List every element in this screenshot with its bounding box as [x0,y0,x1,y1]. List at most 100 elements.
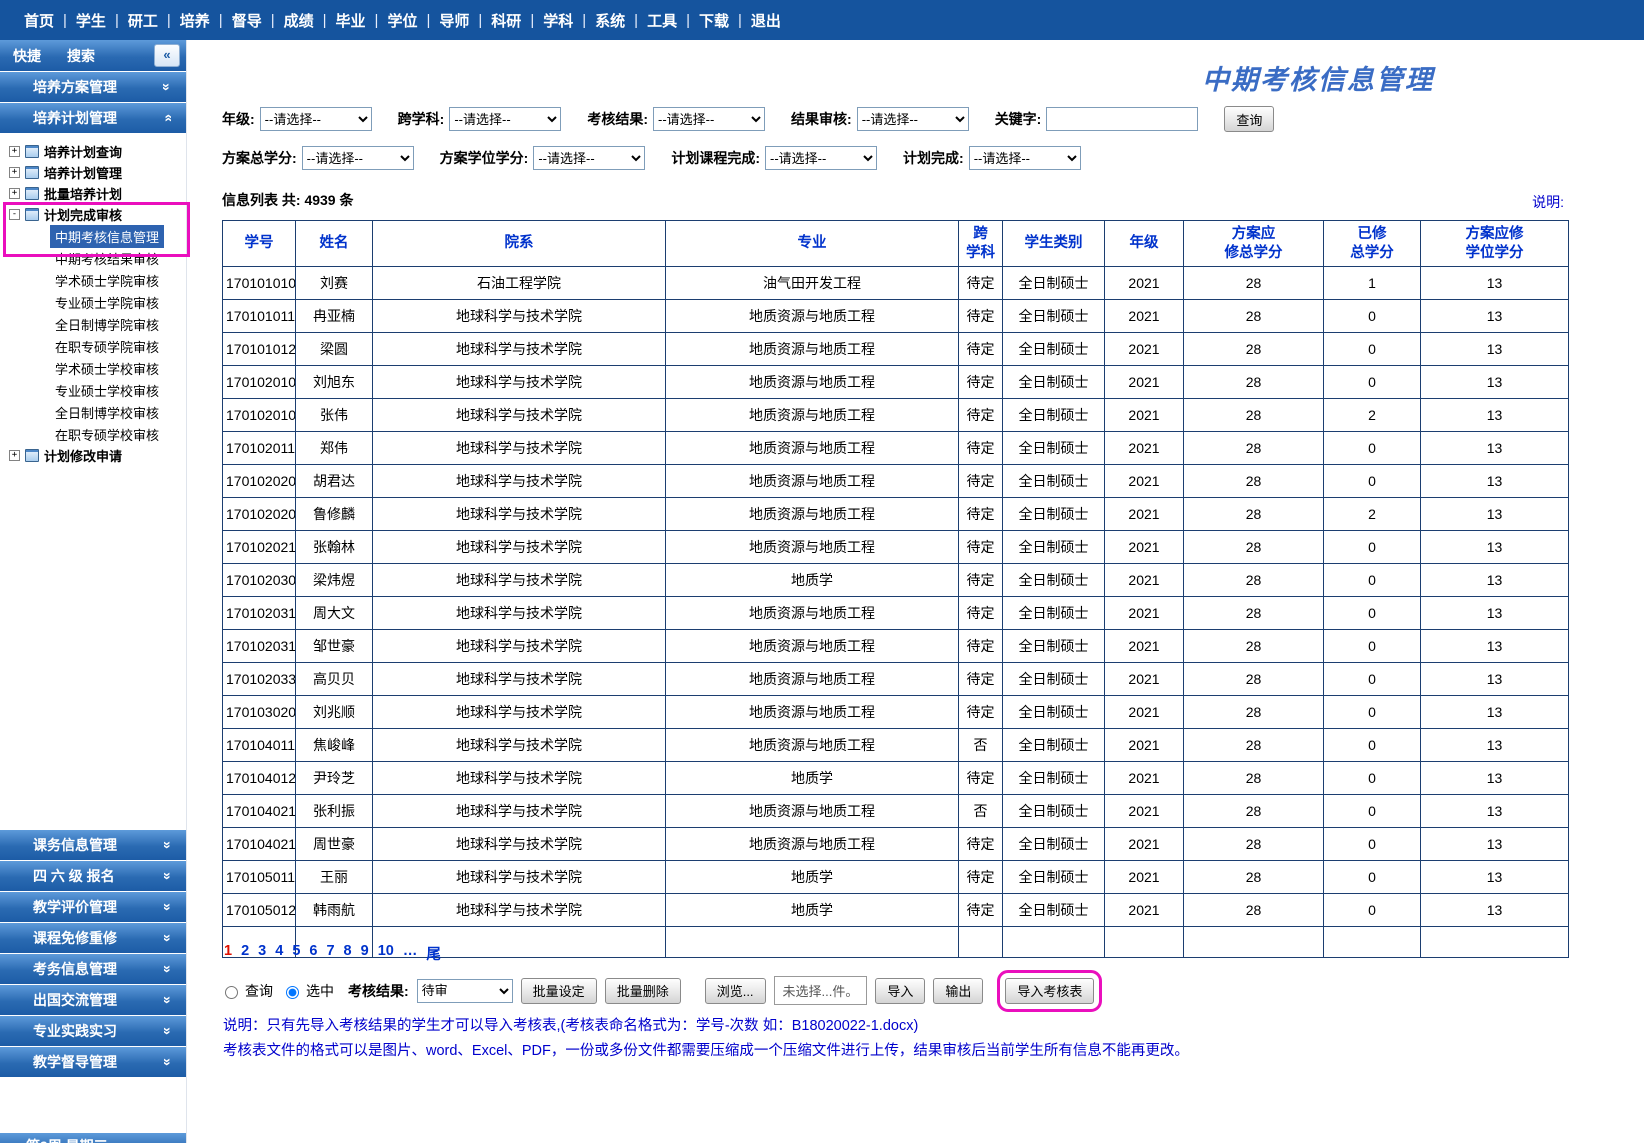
sidebar-accordion-top-2[interactable]: 培养计划管理» [0,103,186,133]
sidebar-accordion-bottom-4[interactable]: 课程免修重修» [0,923,187,953]
tree-node-2[interactable]: +培养计划管理 [9,162,186,183]
student-name-link[interactable]: 周大文 [296,597,373,630]
top-nav-item-3[interactable]: 研工 [119,10,167,31]
student-name-link[interactable]: 周世豪 [296,828,373,861]
filter-select[interactable]: --请选择-- [653,107,765,131]
top-nav-item-7[interactable]: 毕业 [327,10,375,31]
filter-select[interactable]: --请选择-- [857,107,969,131]
top-nav-item-5[interactable]: 督导 [223,10,271,31]
column-header-6[interactable]: 学生类别 [1003,221,1105,267]
filter-select[interactable]: --请选择-- [302,146,414,170]
quick-tab[interactable]: 快捷 [13,46,41,66]
page-link-9[interactable]: 9 [361,943,369,964]
student-name-link[interactable]: 尹玲芝 [296,762,373,795]
tree-leaf-6[interactable]: 在职专硕学院审核 [9,335,186,357]
browse-button[interactable]: 浏览... [705,978,766,1004]
tree-leaf-2[interactable]: 中期考核结果审核 [9,247,186,269]
top-nav-item-13[interactable]: 工具 [638,10,686,31]
top-nav-item-6[interactable]: 成绩 [275,10,323,31]
column-header-7[interactable]: 年级 [1105,221,1184,267]
sidebar-accordion-bottom-2[interactable]: 四 六 级 报名» [0,861,187,891]
student-name-link[interactable]: 梁炜煜 [296,564,373,597]
tree-leaf-9[interactable]: 全日制博学校审核 [9,401,186,423]
top-nav-item-9[interactable]: 导师 [430,10,478,31]
filter-select[interactable]: --请选择-- [260,107,372,131]
import-button[interactable]: 导入 [875,978,925,1004]
top-nav-item-11[interactable]: 学科 [534,10,582,31]
tree-leaf-1[interactable]: 中期考核信息管理 [9,225,186,247]
top-nav-item-1[interactable]: 首页 [15,10,63,31]
tree-node-1[interactable]: +培养计划查询 [9,141,186,162]
student-name-link[interactable]: 刘赛 [296,267,373,300]
sidebar-accordion-bottom-1[interactable]: 课务信息管理» [0,830,187,860]
page-link-1[interactable]: 1 [224,943,232,964]
expand-icon[interactable]: + [9,450,20,461]
batch-set-button[interactable]: 批量设定 [521,978,597,1004]
tree-leaf-4[interactable]: 专业硕士学院审核 [9,291,186,313]
page-link-5[interactable]: 5 [292,943,300,964]
sidebar-collapse-button[interactable]: « [154,44,180,67]
top-nav-item-10[interactable]: 科研 [482,10,530,31]
top-nav-item-2[interactable]: 学生 [67,10,115,31]
column-header-4[interactable]: 专业 [666,221,959,267]
column-header-3[interactable]: 院系 [373,221,666,267]
radio-selected[interactable]: 选中 [281,981,334,1001]
student-name-link[interactable]: 胡君达 [296,465,373,498]
sidebar-accordion-bottom-6[interactable]: 出国交流管理» [0,985,187,1015]
expand-icon[interactable]: + [9,146,20,157]
result-select[interactable]: 待审 [417,979,513,1003]
page-link-6[interactable]: 6 [309,943,317,964]
student-name-link[interactable]: 刘旭东 [296,366,373,399]
expand-icon[interactable]: + [9,167,20,178]
top-nav-item-14[interactable]: 下载 [690,10,738,31]
student-name-link[interactable]: 梁圆 [296,333,373,366]
student-name-link[interactable]: 张利振 [296,795,373,828]
keyword-input[interactable] [1046,107,1198,131]
page-link-8[interactable]: 8 [344,943,352,964]
radio-query-input[interactable] [225,986,238,999]
expand-icon[interactable]: + [9,188,20,199]
page-link-2[interactable]: 2 [241,943,249,964]
student-name-link[interactable]: 张翰林 [296,531,373,564]
column-header-1[interactable]: 学号 [223,221,296,267]
sidebar-accordion-bottom-5[interactable]: 考务信息管理» [0,954,187,984]
batch-delete-button[interactable]: 批量删除 [605,978,681,1004]
filter-select[interactable]: --请选择-- [449,107,561,131]
query-button[interactable]: 查询 [1224,106,1274,132]
page-link-3[interactable]: 3 [258,943,266,964]
sidebar-accordion-top-1[interactable]: 培养方案管理» [0,72,186,102]
tree-leaf-10[interactable]: 在职专硕学校审核 [9,423,186,445]
tree-node-4[interactable]: -计划完成审核 [9,204,186,225]
column-header-9[interactable]: 已修 总学分 [1324,221,1421,267]
student-name-link[interactable]: 鲁修麟 [296,498,373,531]
search-tab[interactable]: 搜索 [67,46,95,66]
student-name-link[interactable]: 韩雨航 [296,894,373,927]
student-name-link[interactable]: 郑伟 [296,432,373,465]
collapse-icon[interactable]: - [9,209,20,220]
tree-node-3[interactable]: +批量培养计划 [9,183,186,204]
student-name-link[interactable]: 高贝贝 [296,663,373,696]
tree-leaf-8[interactable]: 专业硕士学校审核 [9,379,186,401]
filter-select[interactable]: --请选择-- [765,146,877,170]
column-header-10[interactable]: 方案应修 学位学分 [1421,221,1569,267]
student-name-link[interactable]: 冉亚楠 [296,300,373,333]
sidebar-accordion-bottom-7[interactable]: 专业实践实习» [0,1016,187,1046]
tree-leaf-3[interactable]: 学术硕士学院审核 [9,269,186,291]
student-name-link[interactable]: 邹世豪 [296,630,373,663]
radio-selected-input[interactable] [286,986,299,999]
top-nav-item-4[interactable]: 培养 [171,10,219,31]
tree-leaf-7[interactable]: 学术硕士学校审核 [9,357,186,379]
page-link-10[interactable]: 10 [378,943,394,964]
page-link-4[interactable]: 4 [275,943,283,964]
top-nav-item-8[interactable]: 学位 [378,10,426,31]
student-name-link[interactable]: 刘兆顺 [296,696,373,729]
sidebar-accordion-bottom-8[interactable]: 教学督导管理» [0,1047,187,1077]
tree-node-5[interactable]: +计划修改申请 [9,445,186,466]
export-button[interactable]: 输出 [933,978,983,1004]
page-link-last[interactable]: 尾 [426,943,441,964]
sidebar-accordion-bottom-3[interactable]: 教学评价管理» [0,892,187,922]
student-name-link[interactable]: 焦峻峰 [296,729,373,762]
column-header-2[interactable]: 姓名 [296,221,373,267]
student-name-link[interactable]: 张伟 [296,399,373,432]
top-nav-item-12[interactable]: 系统 [586,10,634,31]
